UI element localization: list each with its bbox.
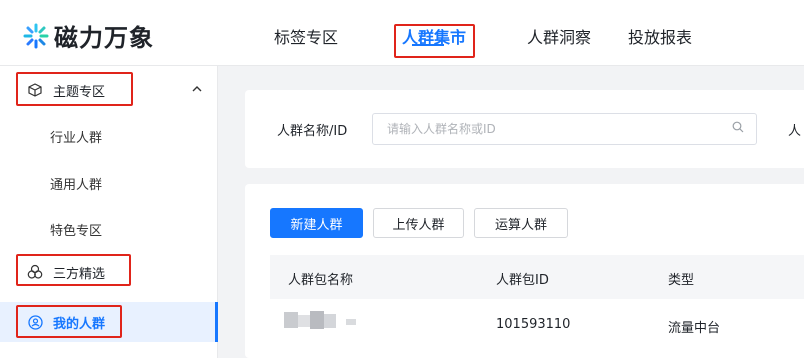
active-tab-underline (412, 44, 444, 46)
upload-crowd-button[interactable]: 上传人群 (373, 208, 464, 238)
sidebar-item-featured-zone[interactable]: 特色专区 (50, 220, 102, 239)
crowd-type-cell: 流量中台 (668, 321, 721, 336)
nav-tab-crowd-insight[interactable]: 人群洞察 (527, 24, 591, 48)
sidebar-item-my-crowd[interactable]: 我的人群 (0, 302, 218, 342)
crowd-search-input[interactable] (372, 113, 757, 145)
top-header: 磁力万象 标签专区 人群集市 人群洞察 投放报表 (0, 0, 804, 66)
cube-icon (27, 82, 43, 98)
column-header-type: 类型 (668, 273, 695, 288)
sidebar-group-theme-zone[interactable]: 主题专区 (0, 72, 218, 108)
sidebar-group-my-crowd[interactable]: 我的人群 (0, 304, 218, 340)
sparkle-logo-icon (22, 22, 50, 50)
truncated-filter-label: 人 (788, 124, 802, 139)
compute-crowd-button[interactable]: 运算人群 (474, 208, 568, 238)
search-icon[interactable] (732, 121, 744, 136)
crowd-id-cell: 101593110 (496, 317, 571, 332)
filter-panel: 人群名称/ID 人 (245, 90, 804, 168)
brand-logo[interactable]: 磁力万象 (22, 18, 154, 53)
create-crowd-button[interactable]: 新建人群 (270, 208, 363, 238)
sidebar-group-label: 我的人群 (53, 316, 106, 332)
sidebar-group-label: 三方精选 (53, 266, 106, 282)
nav-tab-delivery-report[interactable]: 投放报表 (628, 24, 692, 48)
sidebar-item-general-crowd[interactable]: 通用人群 (50, 174, 102, 193)
blurred-crowd-name (284, 311, 360, 329)
user-circle-icon (27, 314, 43, 330)
column-header-crowd-id: 人群包ID (496, 273, 549, 288)
three-circles-icon (27, 264, 43, 280)
nav-tab-label-market[interactable]: 标签专区 (274, 24, 338, 48)
table-header: 人群包名称 人群包ID 类型 (270, 255, 804, 299)
crowd-name-label: 人群名称/ID (277, 124, 348, 139)
sidebar-group-label: 主题专区 (53, 84, 106, 100)
column-header-crowd-name: 人群包名称 (288, 273, 354, 288)
brand-name: 磁力万象 (54, 24, 154, 52)
chevron-up-icon[interactable] (192, 85, 202, 96)
sidebar-item-industry-crowd[interactable]: 行业人群 (50, 127, 102, 146)
sidebar-group-third-party[interactable]: 三方精选 (0, 254, 218, 290)
